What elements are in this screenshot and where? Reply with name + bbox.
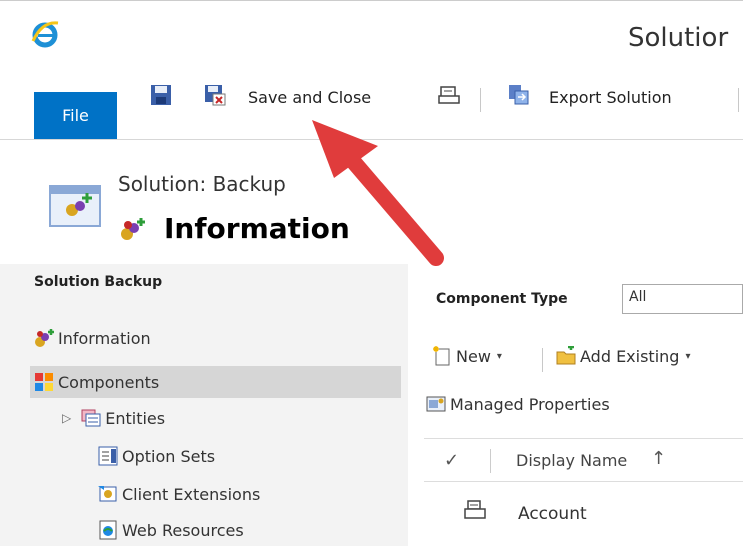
save-and-close-button[interactable]: Save and Close [248, 88, 371, 107]
managed-properties-label: Managed Properties [450, 394, 610, 414]
component-type-label: Component Type [436, 291, 568, 307]
nav-item-label: Web Resources [122, 520, 244, 540]
print-icon[interactable] [438, 84, 460, 106]
new-button[interactable]: New ▾ [432, 346, 502, 366]
nav-item-label: Information [58, 328, 151, 348]
option-sets-icon [98, 446, 118, 466]
nav-item-label: Entities [105, 408, 166, 428]
information-icon [121, 218, 145, 240]
nav-title: Solution Backup [34, 274, 163, 290]
toolbar-separator [542, 348, 543, 372]
nav-item-label: Components [58, 372, 160, 392]
ribbon-toolbar: File Save and Close Export Solution [0, 72, 743, 140]
ribbon-separator [738, 88, 739, 112]
internet-explorer-icon [31, 21, 59, 48]
save-and-close-icon[interactable] [204, 84, 226, 106]
new-document-icon [433, 346, 450, 366]
window-title: Solutior [628, 23, 729, 53]
nav-item-entities[interactable]: ▷ Entities [62, 408, 165, 428]
add-existing-button[interactable]: Add Existing ▾ [556, 346, 690, 366]
information-icon [35, 329, 54, 347]
component-type-select[interactable]: All [622, 284, 743, 314]
ribbon-separator [480, 88, 481, 112]
export-solution-icon[interactable] [508, 84, 530, 106]
grid-row-display-name[interactable]: Account [518, 504, 587, 524]
nav-item-web-resources[interactable]: Web Resources [98, 520, 244, 540]
nav-item-option-sets[interactable]: Option Sets [98, 446, 215, 466]
entity-row-icon [464, 500, 486, 519]
export-solution-button[interactable]: Export Solution [549, 88, 672, 107]
page-title: Information [164, 212, 350, 245]
managed-properties-button[interactable]: Managed Properties [426, 394, 610, 414]
components-icon [35, 373, 53, 391]
chevron-down-icon: ▾ [496, 350, 502, 362]
solution-name: Solution: Backup [118, 172, 286, 196]
nav-item-label: Option Sets [122, 446, 216, 466]
nav-item-information[interactable]: Information [34, 328, 151, 348]
add-existing-icon [556, 346, 576, 365]
entities-icon [81, 409, 101, 427]
managed-properties-icon [426, 396, 446, 412]
save-icon[interactable] [150, 84, 172, 106]
new-button-label: New [456, 346, 491, 366]
expand-arrow-icon[interactable]: ▷ [62, 411, 71, 425]
file-button[interactable]: File [34, 92, 117, 139]
web-resources-icon [99, 520, 117, 540]
left-navigation: Solution Backup Information Components ▷… [0, 264, 408, 546]
nav-item-components[interactable]: Components [30, 366, 401, 398]
column-header-display-name[interactable]: Display Name [516, 451, 627, 470]
sort-ascending-icon[interactable]: ↑ [651, 448, 666, 469]
grid-header: ✓ Display Name ↑ [424, 438, 743, 482]
column-separator [490, 449, 491, 473]
title-bar: Solutior [0, 0, 743, 72]
nav-item-label: Client Extensions [122, 484, 261, 504]
select-all-checkmark[interactable]: ✓ [444, 450, 459, 471]
chevron-down-icon: ▾ [685, 350, 691, 362]
add-existing-label: Add Existing [580, 346, 680, 366]
solution-icon [49, 185, 101, 227]
nav-item-client-extensions[interactable]: Client Extensions [98, 484, 260, 504]
client-extensions-icon [98, 486, 117, 502]
